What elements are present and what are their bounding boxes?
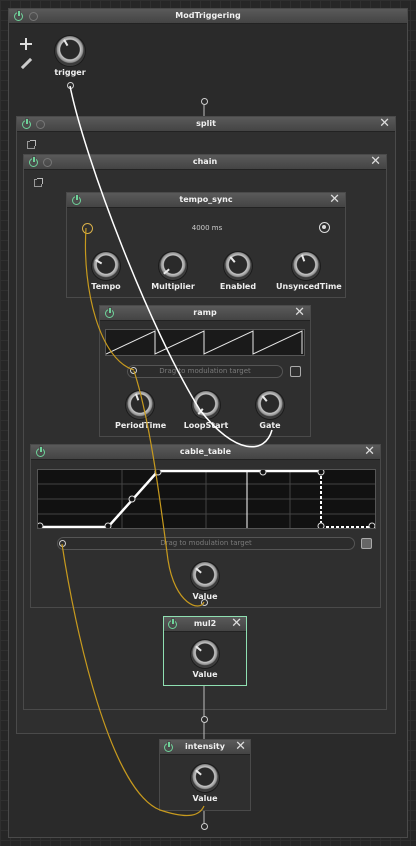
periodtime-knob[interactable]: PeriodTime xyxy=(115,391,167,430)
intensity-header[interactable]: intensity ✕ xyxy=(160,740,250,755)
multiplier-label: Multiplier xyxy=(151,282,195,291)
ramp-title: ramp xyxy=(193,308,217,317)
periodtime-label: PeriodTime xyxy=(115,421,167,430)
loopstart-knob[interactable]: LoopStart xyxy=(183,391,229,430)
split-input-port[interactable] xyxy=(201,98,208,105)
ramp-sawtooth-wave xyxy=(105,330,303,355)
tempo-label: Tempo xyxy=(91,282,121,291)
gate-label: Gate xyxy=(259,421,281,430)
ramp-drag-field[interactable]: Drag to modulation target xyxy=(127,365,283,378)
external-link-icon[interactable] xyxy=(27,140,36,149)
chain-title: chain xyxy=(192,157,218,166)
cable-table-drag-port[interactable] xyxy=(59,540,66,547)
tempo-knob[interactable]: Tempo xyxy=(86,252,126,291)
pencil-icon[interactable] xyxy=(20,57,33,70)
page-title: ModTriggering xyxy=(175,11,241,20)
table-curve xyxy=(36,468,376,530)
close-icon[interactable]: ✕ xyxy=(370,155,381,169)
target-icon[interactable] xyxy=(82,223,93,234)
close-icon[interactable]: ✕ xyxy=(235,740,246,754)
close-icon[interactable]: ✕ xyxy=(329,193,340,207)
cable-table-title: cable_table xyxy=(179,447,232,456)
close-icon[interactable]: ✕ xyxy=(379,117,390,131)
modulation-view-icon[interactable] xyxy=(290,366,301,377)
intensity-output-port[interactable] xyxy=(201,823,208,830)
split-header[interactable]: split ✕ xyxy=(17,117,395,132)
tempo-sync-title: tempo_sync xyxy=(179,195,233,204)
table-editor[interactable] xyxy=(36,468,376,530)
enabled-knob[interactable]: Enabled xyxy=(218,252,258,291)
cable-table-drag-field[interactable]: Drag to modulation target xyxy=(57,537,355,550)
modulation-view-icon[interactable] xyxy=(361,538,372,549)
close-icon[interactable]: ✕ xyxy=(231,617,242,631)
gate-knob[interactable]: Gate xyxy=(250,391,290,430)
patch-canvas[interactable]: ModTriggering trigger split ✕ chain ✕ te… xyxy=(0,0,416,846)
ramp-waveform-display xyxy=(105,329,305,356)
record-icon[interactable] xyxy=(319,222,330,233)
cable-table-output-port[interactable] xyxy=(201,599,208,606)
intensity-value-label: Value xyxy=(192,794,218,803)
tempo-sync-header[interactable]: tempo_sync ✕ xyxy=(67,193,345,208)
mul2-header[interactable]: mul2 ✕ xyxy=(164,617,246,632)
loopstart-label: LoopStart xyxy=(183,421,229,430)
close-icon[interactable]: ✕ xyxy=(364,445,375,459)
trigger-output-port[interactable] xyxy=(67,82,74,89)
mul2-value-knob[interactable]: Value xyxy=(185,640,225,679)
enabled-label: Enabled xyxy=(219,282,257,291)
cable-table-value-knob[interactable]: Value xyxy=(185,562,225,601)
chain-output-port[interactable] xyxy=(201,716,208,723)
multiplier-knob[interactable]: Multiplier xyxy=(150,252,196,291)
split-title: split xyxy=(196,119,216,128)
trigger-knob[interactable]: trigger xyxy=(50,36,90,77)
plus-icon[interactable] xyxy=(20,38,32,50)
intensity-value-knob[interactable]: Value xyxy=(185,764,225,803)
ramp-header[interactable]: ramp ✕ xyxy=(100,306,310,321)
trigger-label: trigger xyxy=(54,68,86,77)
ramp-drag-port[interactable] xyxy=(130,367,137,374)
external-link-icon[interactable] xyxy=(34,178,43,187)
modtriggering-header[interactable]: ModTriggering xyxy=(9,9,407,24)
tempo-value: 4000 ms xyxy=(191,224,223,232)
unsyncedtime-label: UnsyncedTime xyxy=(276,282,342,291)
cable-table-header[interactable]: cable_table ✕ xyxy=(31,445,380,460)
unsyncedtime-knob[interactable]: UnsyncedTime xyxy=(276,252,342,291)
chain-header[interactable]: chain ✕ xyxy=(24,155,386,170)
close-icon[interactable]: ✕ xyxy=(294,306,305,320)
mul2-value-label: Value xyxy=(192,670,218,679)
